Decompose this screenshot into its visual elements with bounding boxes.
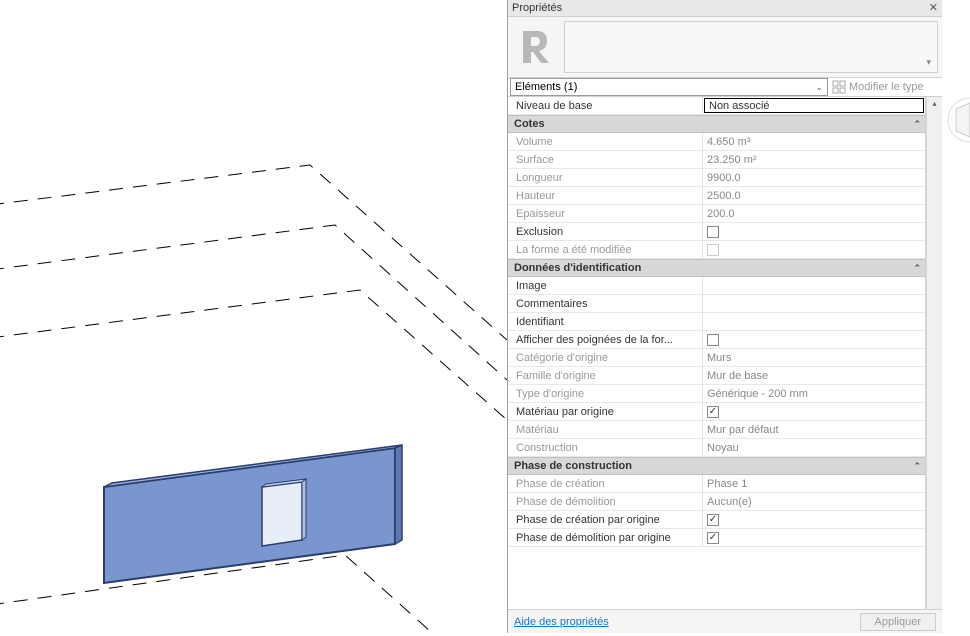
- chevron-down-icon: ▾: [926, 57, 931, 68]
- scrollbar[interactable]: ▴: [926, 97, 942, 609]
- type-selector-area: ▾: [508, 17, 942, 77]
- type-dropdown[interactable]: ▾: [564, 21, 938, 73]
- properties-table[interactable]: Niveau de base Non associé Cotes ⌃ Volum…: [508, 97, 926, 609]
- row-materiau-origine[interactable]: Matériau par origine✓: [508, 403, 925, 421]
- checkbox-forme: [707, 244, 719, 256]
- collapse-icon[interactable]: ⌃: [913, 263, 921, 274]
- category-cotes[interactable]: Cotes ⌃: [508, 115, 925, 133]
- element-count-dropdown[interactable]: Eléments (1) ⌄: [510, 78, 828, 96]
- label-niveau-base: Niveau de base: [508, 97, 703, 114]
- element-selector-row: Eléments (1) ⌄ Modifier le type: [508, 77, 942, 97]
- collapse-icon[interactable]: ⌃: [913, 119, 921, 130]
- row-niveau-base[interactable]: Niveau de base Non associé: [508, 97, 925, 115]
- row-image[interactable]: Image: [508, 277, 925, 295]
- row-poignees[interactable]: Afficher des poignées de la for...: [508, 331, 925, 349]
- row-exclusion[interactable]: Exclusion: [508, 223, 925, 241]
- edit-type-icon: [832, 80, 846, 94]
- collapse-icon[interactable]: ⌃: [913, 461, 921, 472]
- value-niveau-base[interactable]: Non associé: [704, 98, 924, 113]
- viewport-3d[interactable]: [0, 0, 507, 633]
- panel-footer: Aide des propriétés Appliquer: [508, 609, 942, 633]
- row-phase-demolition-origine[interactable]: Phase de démolition par origine✓: [508, 529, 925, 547]
- apply-button[interactable]: Appliquer: [860, 613, 936, 631]
- revit-logo-icon: [512, 22, 562, 72]
- edit-type-label: Modifier le type: [849, 81, 924, 93]
- help-link[interactable]: Aide des propriétés: [514, 616, 609, 628]
- row-commentaires[interactable]: Commentaires: [508, 295, 925, 313]
- checkbox-phase-demolition[interactable]: ✓: [707, 532, 719, 544]
- checkbox-poignees[interactable]: [707, 334, 719, 346]
- panel-title: Propriétés: [512, 2, 562, 14]
- edit-type-button[interactable]: Modifier le type: [830, 78, 940, 96]
- properties-panel: Propriétés ✕ ▾ Eléments (1) ⌄ Modifier l…: [507, 0, 942, 633]
- chevron-down-icon: ⌄: [815, 82, 823, 93]
- panel-titlebar: Propriétés ✕: [508, 0, 942, 17]
- scroll-up-icon[interactable]: ▴: [927, 97, 942, 113]
- row-identifiant[interactable]: Identifiant: [508, 313, 925, 331]
- checkbox-phase-creation[interactable]: ✓: [707, 514, 719, 526]
- checkbox-mat-origine[interactable]: ✓: [707, 406, 719, 418]
- element-count-label: Eléments (1): [515, 81, 577, 93]
- view-cube-icon[interactable]: [942, 95, 970, 145]
- close-icon[interactable]: ✕: [929, 1, 938, 14]
- row-phase-creation-origine[interactable]: Phase de création par origine✓: [508, 511, 925, 529]
- category-phase[interactable]: Phase de construction ⌃: [508, 457, 925, 475]
- checkbox-exclusion[interactable]: [707, 226, 719, 238]
- category-identification[interactable]: Données d'identification ⌃: [508, 259, 925, 277]
